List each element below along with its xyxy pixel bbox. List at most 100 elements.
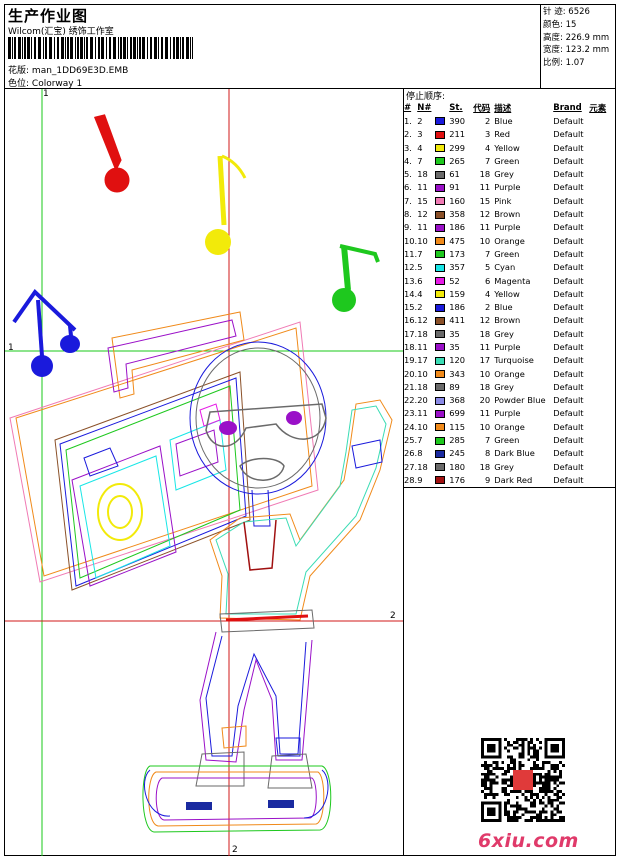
row-code: 7 (484, 248, 491, 259)
row-extra (589, 380, 606, 393)
row-swatch (435, 261, 449, 274)
row-brand: Default (553, 169, 584, 180)
row-code: 5 (484, 262, 491, 273)
table-row: 3. 4 299 4 Yellow Default (404, 141, 606, 154)
stat-height: 高度: 226.9 mm (543, 32, 609, 45)
watermark-logo: 6xiu.com (478, 830, 579, 852)
table-row: 27. 18 180 18 Grey Default (404, 460, 606, 473)
color-swatch (435, 237, 446, 246)
row-num: 15. (404, 302, 418, 313)
row-brand: Default (553, 421, 584, 432)
color-swatch (435, 396, 446, 405)
row-extra (589, 473, 606, 486)
table-divider (403, 487, 616, 488)
row-num: 13. (404, 275, 418, 286)
stop-sequence-body: 1. 2 390 2 Blue Default 2. 3 211 3 Red Default 3. 4 29… (404, 114, 606, 486)
row-stitches: 89 (449, 381, 460, 392)
row-desc: Brown (494, 315, 521, 326)
row-num: 22. (404, 395, 418, 406)
row-brand: Default (553, 461, 584, 472)
boombox (9, 311, 319, 591)
row-num: 11. (404, 248, 418, 259)
row-stitches: 186 (449, 222, 466, 233)
table-row: 28. 9 176 9 Dark Red Default (404, 473, 606, 486)
row-needle: 2 (417, 115, 423, 126)
row-code: 18 (479, 169, 491, 180)
row-code: 9 (484, 474, 491, 485)
barcode (8, 37, 193, 59)
table-row: 23. 11 699 11 Purple Default (404, 407, 606, 420)
row-extra (589, 300, 606, 313)
row-brand: Default (553, 408, 584, 419)
row-extra (589, 154, 606, 167)
row-swatch (435, 141, 449, 154)
row-swatch (435, 327, 449, 340)
color-swatch (435, 436, 446, 445)
stat-value: 226.9 mm (565, 32, 610, 43)
color-swatch (435, 409, 446, 418)
row-brand: Default (553, 115, 584, 126)
row-swatch (435, 340, 449, 353)
color-swatch (435, 463, 446, 472)
table-row: 6. 11 91 11 Purple Default (404, 181, 606, 194)
row-num: 12. (404, 262, 418, 273)
row-desc: Blue (494, 302, 513, 313)
color-swatch (435, 130, 446, 139)
stats-panel: 针 迹: 6526 颜色: 15 高度: 226.9 mm 宽度: 123.2 … (543, 6, 609, 70)
design-canvas[interactable]: 1 1 2 2 (5, 89, 403, 856)
table-row: 15. 2 186 2 Blue Default (404, 300, 606, 313)
color-swatch (435, 223, 446, 232)
row-code: 4 (484, 142, 491, 153)
row-extra (589, 194, 606, 207)
color-swatch (435, 330, 446, 339)
row-num: 20. (404, 368, 418, 379)
header-n: N# (417, 102, 432, 113)
row-brand: Default (553, 381, 584, 392)
table-row: 8. 12 358 12 Brown Default (404, 207, 606, 220)
row-extra (589, 407, 606, 420)
color-swatch (435, 383, 446, 392)
row-stitches: 186 (449, 302, 466, 313)
row-stitches: 211 (449, 129, 466, 140)
row-brand: Default (553, 222, 584, 233)
stat-label: 针 迹: (543, 7, 566, 17)
row-desc: Cyan (494, 262, 516, 273)
row-brand: Default (553, 435, 584, 446)
table-row: 16. 12 411 12 Brown Default (404, 314, 606, 327)
row-stitches: 115 (449, 421, 466, 432)
row-swatch (435, 367, 449, 380)
row-desc: Purple (494, 408, 521, 419)
row-stitches: 61 (449, 169, 460, 180)
row-extra (589, 221, 606, 234)
row-needle: 12 (417, 315, 428, 326)
row-desc: Yellow (494, 142, 520, 153)
row-swatch (435, 128, 449, 141)
header-num: # (404, 102, 412, 113)
row-num: 21. (404, 381, 418, 392)
row-needle: 20 (417, 395, 428, 406)
row-num: 17. (404, 328, 418, 339)
row-brand: Default (553, 129, 584, 140)
table-row: 21. 18 89 18 Grey Default (404, 380, 606, 393)
row-desc: Grey (494, 169, 514, 180)
row-brand: Default (553, 155, 584, 166)
row-swatch (435, 221, 449, 234)
row-needle: 11 (417, 222, 428, 233)
row-brand: Default (553, 235, 584, 246)
row-swatch (435, 314, 449, 327)
row-stitches: 343 (449, 368, 466, 379)
row-desc: Grey (494, 328, 514, 339)
design-name: man_1DD69E3D.EMB (31, 66, 129, 76)
table-row: 26. 8 245 8 Dark Blue Default (404, 447, 606, 460)
table-row: 17. 18 35 18 Grey Default (404, 327, 606, 340)
yellow-note (205, 154, 247, 255)
row-extra (589, 394, 606, 407)
row-swatch (435, 473, 449, 486)
color-swatch (435, 343, 446, 352)
row-num: 19. (404, 355, 418, 366)
table-row: 25. 7 285 7 Green Default (404, 433, 606, 446)
row-extra (589, 314, 606, 327)
stat-label: 颜色: (543, 19, 563, 30)
row-stitches: 35 (449, 341, 460, 352)
row-extra (589, 447, 606, 460)
